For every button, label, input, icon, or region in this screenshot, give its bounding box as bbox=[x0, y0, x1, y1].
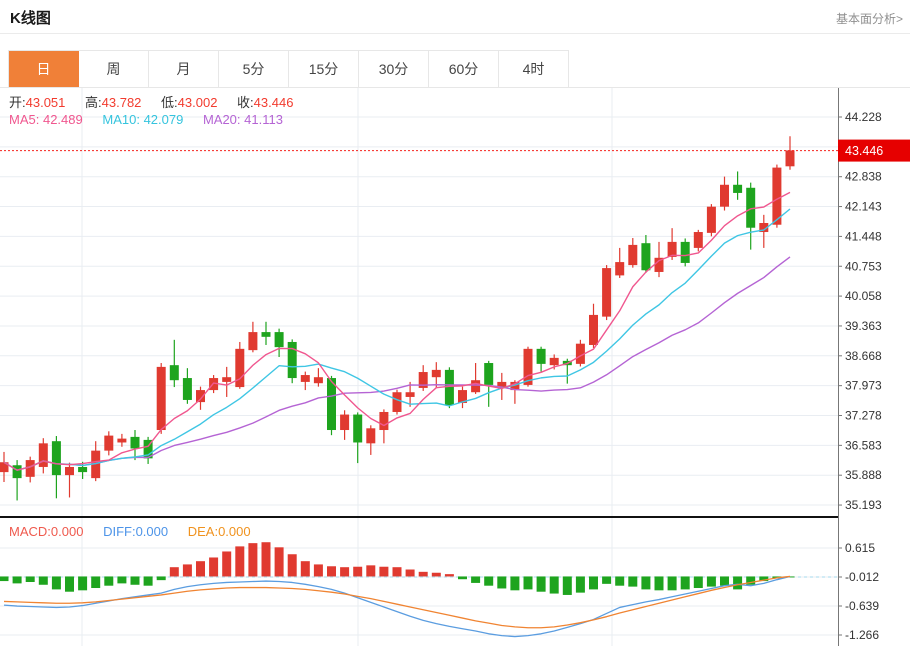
period-tab-bar: 日 周 月 5分 15分 30分 60分 4时 bbox=[8, 50, 569, 88]
ma20-label: MA20: bbox=[202, 112, 241, 127]
svg-text:44.228: 44.228 bbox=[845, 110, 882, 124]
svg-text:-0.012: -0.012 bbox=[845, 570, 879, 584]
open-value: 43.051 bbox=[25, 95, 66, 110]
ma20-value: 41.113 bbox=[244, 112, 283, 127]
tab-4hour[interactable]: 4时 bbox=[499, 51, 569, 88]
grid-lines bbox=[0, 88, 838, 646]
price-axis-labels: 44.22843.53342.83842.14341.44840.75340.0… bbox=[838, 110, 882, 642]
svg-text:40.753: 40.753 bbox=[845, 259, 882, 273]
ohlc-info: 开:43.051 高:43.782 低:43.002 收:43.446 bbox=[9, 92, 309, 111]
tab-30min[interactable]: 30分 bbox=[359, 51, 429, 88]
tab-5min[interactable]: 5分 bbox=[219, 51, 289, 88]
macd-info: MACD:0.000 DIFF:0.000 DEA:0.000 bbox=[9, 524, 267, 539]
macd-label: MACD: bbox=[9, 524, 51, 539]
svg-text:0.615: 0.615 bbox=[845, 541, 875, 555]
svg-text:42.143: 42.143 bbox=[845, 200, 882, 214]
svg-text:35.193: 35.193 bbox=[845, 498, 882, 512]
low-value: 43.002 bbox=[177, 95, 218, 110]
tab-15min[interactable]: 15分 bbox=[289, 51, 359, 88]
ma10-label: MA10: bbox=[102, 112, 140, 127]
macd-histogram bbox=[0, 542, 795, 595]
svg-text:37.278: 37.278 bbox=[845, 409, 882, 423]
diff-label: DIFF: bbox=[103, 524, 136, 539]
tab-day[interactable]: 日 bbox=[9, 51, 79, 88]
kline-chart[interactable]: 44.22843.53342.83842.14341.44840.75340.0… bbox=[0, 88, 910, 646]
svg-text:43.446: 43.446 bbox=[845, 144, 883, 158]
low-label: 低: bbox=[161, 95, 178, 110]
open-label: 开: bbox=[9, 95, 26, 110]
svg-text:40.058: 40.058 bbox=[845, 289, 882, 303]
close-value: 43.446 bbox=[253, 95, 294, 110]
close-label: 收: bbox=[237, 95, 254, 110]
tab-60min[interactable]: 60分 bbox=[429, 51, 499, 88]
diff-value: 0.000 bbox=[135, 524, 169, 539]
tab-week[interactable]: 周 bbox=[79, 51, 149, 88]
ma10-value: 42.079 bbox=[143, 112, 184, 127]
kline-page: K线图 基本面分析> 日 周 月 5分 15分 30分 60分 4时 44.22… bbox=[0, 0, 910, 646]
svg-text:35.888: 35.888 bbox=[845, 468, 882, 482]
svg-text:-1.266: -1.266 bbox=[845, 628, 879, 642]
svg-text:39.363: 39.363 bbox=[845, 319, 882, 333]
svg-text:-0.639: -0.639 bbox=[845, 599, 879, 613]
page-title: K线图 bbox=[10, 10, 51, 27]
ma5-label: MA5: bbox=[9, 112, 40, 127]
svg-text:41.448: 41.448 bbox=[845, 229, 882, 243]
tab-month[interactable]: 月 bbox=[149, 51, 219, 88]
dea-value: 0.000 bbox=[218, 524, 251, 539]
high-label: 高: bbox=[85, 95, 102, 110]
svg-text:38.668: 38.668 bbox=[845, 349, 882, 363]
high-value: 43.782 bbox=[101, 95, 142, 110]
svg-text:37.973: 37.973 bbox=[845, 379, 882, 393]
fundamental-analysis-link[interactable]: 基本面分析> bbox=[836, 10, 903, 27]
svg-text:42.838: 42.838 bbox=[845, 170, 882, 184]
header-divider bbox=[0, 33, 910, 34]
ma5-value: 42.489 bbox=[42, 112, 83, 127]
axes bbox=[0, 88, 839, 646]
current-price-tag: 43.446 bbox=[838, 139, 910, 162]
ma-info: MA5: 42.489 MA10: 42.079 MA20: 41.113 bbox=[9, 112, 299, 127]
dea-label: DEA: bbox=[187, 524, 219, 539]
macd-value: 0.000 bbox=[50, 524, 84, 539]
svg-text:36.583: 36.583 bbox=[845, 438, 882, 452]
